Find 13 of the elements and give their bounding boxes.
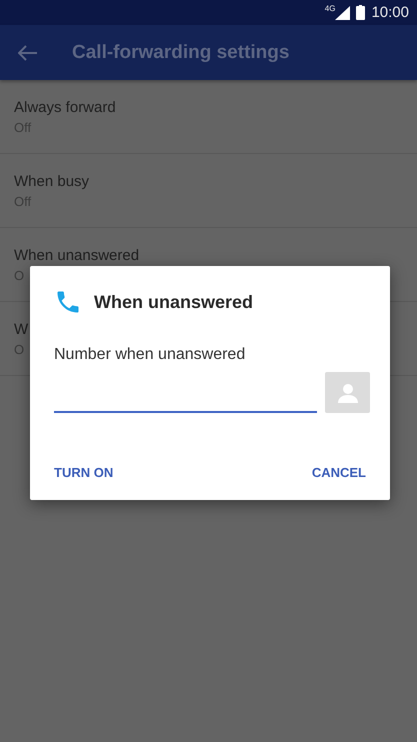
screen-title: Call-forwarding settings — [72, 42, 290, 64]
setting-title: W — [14, 321, 28, 338]
clock: 10:00 — [371, 4, 409, 21]
network-type: 4G — [324, 4, 336, 13]
setting-title: When busy — [14, 173, 90, 190]
setting-title: Always forward — [14, 99, 116, 116]
dialog-action-button[interactable]: CANCEL — [312, 465, 366, 480]
setting-title: When unanswered — [14, 247, 140, 264]
field-label: Number when unanswered — [54, 346, 246, 364]
battery-icon — [356, 5, 366, 20]
signal-icon — [335, 6, 350, 20]
dialog-action-button[interactable]: TURN ON — [54, 465, 114, 480]
back-arrow-icon[interactable] — [18, 44, 38, 60]
